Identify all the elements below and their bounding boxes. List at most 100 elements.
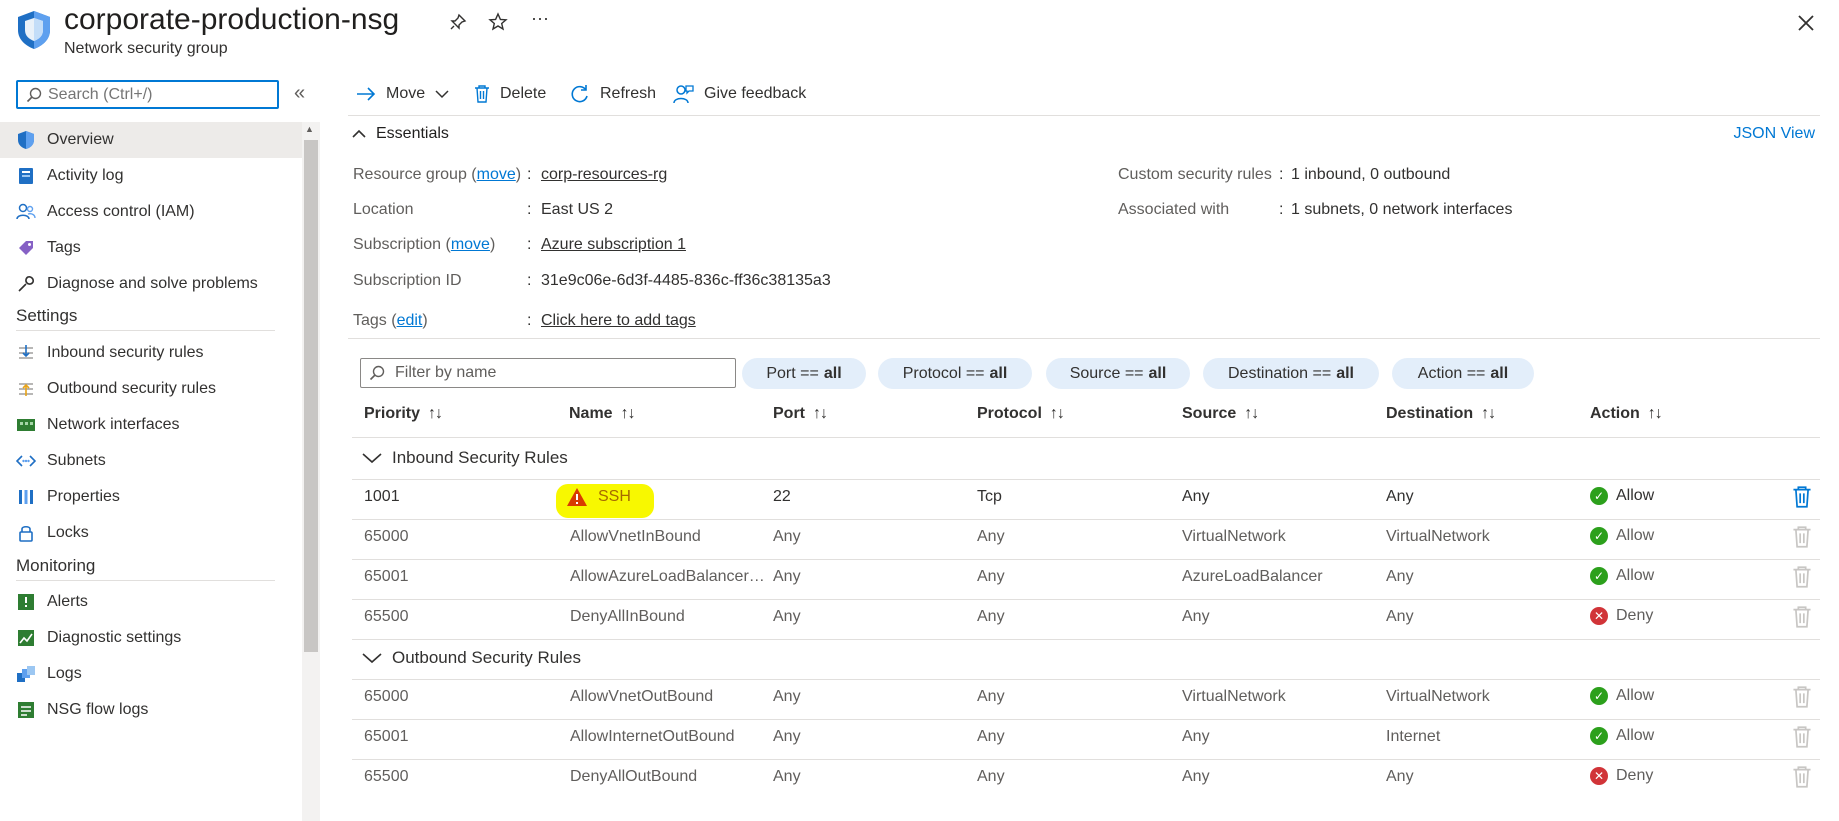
delete-button[interactable]: Delete [474,80,546,108]
search-input[interactable] [48,85,268,104]
pill-value: all [1336,364,1354,382]
subnet-icon [14,449,38,473]
tags-edit-link[interactable]: edit [397,312,423,329]
pill-value: all [1148,364,1167,382]
filter-pill-port[interactable]: Port == all [742,358,866,389]
flow-logs-icon [14,698,38,722]
cell-destination: VirtualNetwork [1386,688,1490,705]
cell-priority: 65500 [364,768,409,785]
column-header-priority[interactable]: Priority ↑↓ [364,405,443,423]
column-header-port[interactable]: Port ↑↓ [773,405,828,423]
resource-menu-search[interactable] [16,80,279,109]
colon: : [527,236,532,253]
activity-log-icon [14,164,38,188]
resource-group-value-link[interactable]: corp-resources-rg [541,166,667,184]
sidebar-scrollbar-thumb[interactable] [304,140,318,652]
favorite-star-icon[interactable] [486,10,510,34]
delete-rule-icon[interactable] [1792,526,1812,553]
sidebar-item-diagnostic-settings[interactable]: Diagnostic settings [0,620,302,656]
cell-source: Any [1182,728,1210,745]
pill-key: Destination == [1228,364,1332,382]
column-header-protocol[interactable]: Protocol ↑↓ [977,405,1065,423]
sidebar-item-nsg-flow-logs[interactable]: NSG flow logs [0,692,302,728]
pill-key: Source == [1069,364,1144,382]
filter-pill-action[interactable]: Action == all [1392,358,1534,389]
action-label: Allow [1616,567,1655,584]
sidebar-item-properties[interactable]: Properties [0,479,302,515]
sort-icon: ↑↓ [1244,405,1259,422]
pin-icon[interactable] [446,10,470,34]
delete-rule-icon[interactable] [1792,766,1812,793]
move-button[interactable]: Move [356,80,449,108]
chevron-down-icon [362,653,382,664]
pill-key: Port == [766,364,819,382]
give-feedback-button[interactable]: Give feedback [672,80,806,108]
subscription-value-link[interactable]: Azure subscription 1 [541,236,686,254]
json-view-link[interactable]: JSON View [1733,125,1815,143]
close-icon[interactable] [1791,8,1821,38]
resource-group-label-text: Resource group [353,166,467,183]
sidebar-item-access-control[interactable]: Access control (IAM) [0,194,302,230]
subscription-move-link[interactable]: move [451,236,490,253]
delete-rule-icon[interactable] [1792,486,1812,513]
sidebar-item-overview[interactable]: Overview [0,122,302,158]
refresh-button[interactable]: Refresh [570,80,656,108]
colon: : [527,272,532,289]
scroll-up-arrow-icon[interactable]: ▲ [305,124,314,134]
inbound-group-toggle[interactable]: Inbound Security Rules [362,448,568,468]
column-header-action[interactable]: Action ↑↓ [1590,405,1663,423]
tag-icon [14,236,38,260]
delete-rule-icon[interactable] [1792,726,1812,753]
essentials-toggle[interactable]: Essentials [352,125,449,143]
sidebar-item-alerts[interactable]: Alerts [0,584,302,620]
cell-source: VirtualNetwork [1182,688,1286,705]
logs-icon [14,662,38,686]
sidebar-item-tags[interactable]: Tags [0,230,302,266]
sidebar-item-locks[interactable]: Locks [0,515,302,551]
sidebar-item-outbound-rules[interactable]: Outbound security rules [0,371,302,407]
delete-label: Delete [500,85,547,102]
rule-name[interactable]: SSH [598,488,631,506]
people-icon [14,200,38,224]
chevron-up-icon [352,129,366,138]
cell-port: Any [773,608,801,625]
refresh-label: Refresh [600,85,657,102]
pill-key: Action == [1417,364,1486,382]
filter-by-name-input[interactable]: Filter by name [360,358,736,388]
column-header-destination[interactable]: Destination ↑↓ [1386,405,1496,423]
sidebar-item-diagnose[interactable]: Diagnose and solve problems [0,266,302,302]
sidebar-item-subnets[interactable]: Subnets [0,443,302,479]
allow-check-icon: ✓ [1590,527,1608,545]
delete-rule-icon[interactable] [1792,606,1812,633]
sidebar-item-activity-log[interactable]: Activity log [0,158,302,194]
subscription-id-label: Subscription ID [353,272,462,289]
shield-icon [14,128,38,152]
sidebar-item-inbound-rules[interactable]: Inbound security rules [0,335,302,371]
sidebar-item-logs[interactable]: Logs [0,656,302,692]
resource-group-move-link[interactable]: move [477,166,516,183]
search-icon [369,365,385,381]
filter-pill-destination[interactable]: Destination == all [1203,358,1379,389]
associated-with-value: 1 subnets, 0 network interfaces [1291,201,1513,218]
add-tags-link[interactable]: Click here to add tags [541,312,696,330]
sort-icon: ↑↓ [620,405,636,422]
outbound-group-toggle[interactable]: Outbound Security Rules [362,648,581,668]
pill-value: all [989,364,1008,382]
column-header-name[interactable]: Name ↑↓ [569,405,636,423]
sidebar-item-label: Properties [47,488,120,505]
location-label: Location [353,201,414,218]
cell-action: ✓ Allow [1590,727,1654,745]
cell-destination: Any [1386,568,1414,585]
filter-pill-source[interactable]: Source == all [1046,358,1190,389]
more-options-icon[interactable]: ··· [528,6,552,30]
cell-name: SSH [566,487,631,507]
cell-protocol: Any [977,608,1005,625]
column-header-label: Destination [1386,405,1474,422]
filter-pill-protocol[interactable]: Protocol == all [878,358,1032,389]
delete-rule-icon[interactable] [1792,566,1812,593]
deny-x-icon: ✕ [1590,767,1608,785]
collapse-menu-icon[interactable]: « [294,82,305,105]
delete-rule-icon[interactable] [1792,686,1812,713]
column-header-source[interactable]: Source ↑↓ [1182,405,1259,423]
sidebar-item-network-interfaces[interactable]: Network interfaces [0,407,302,443]
